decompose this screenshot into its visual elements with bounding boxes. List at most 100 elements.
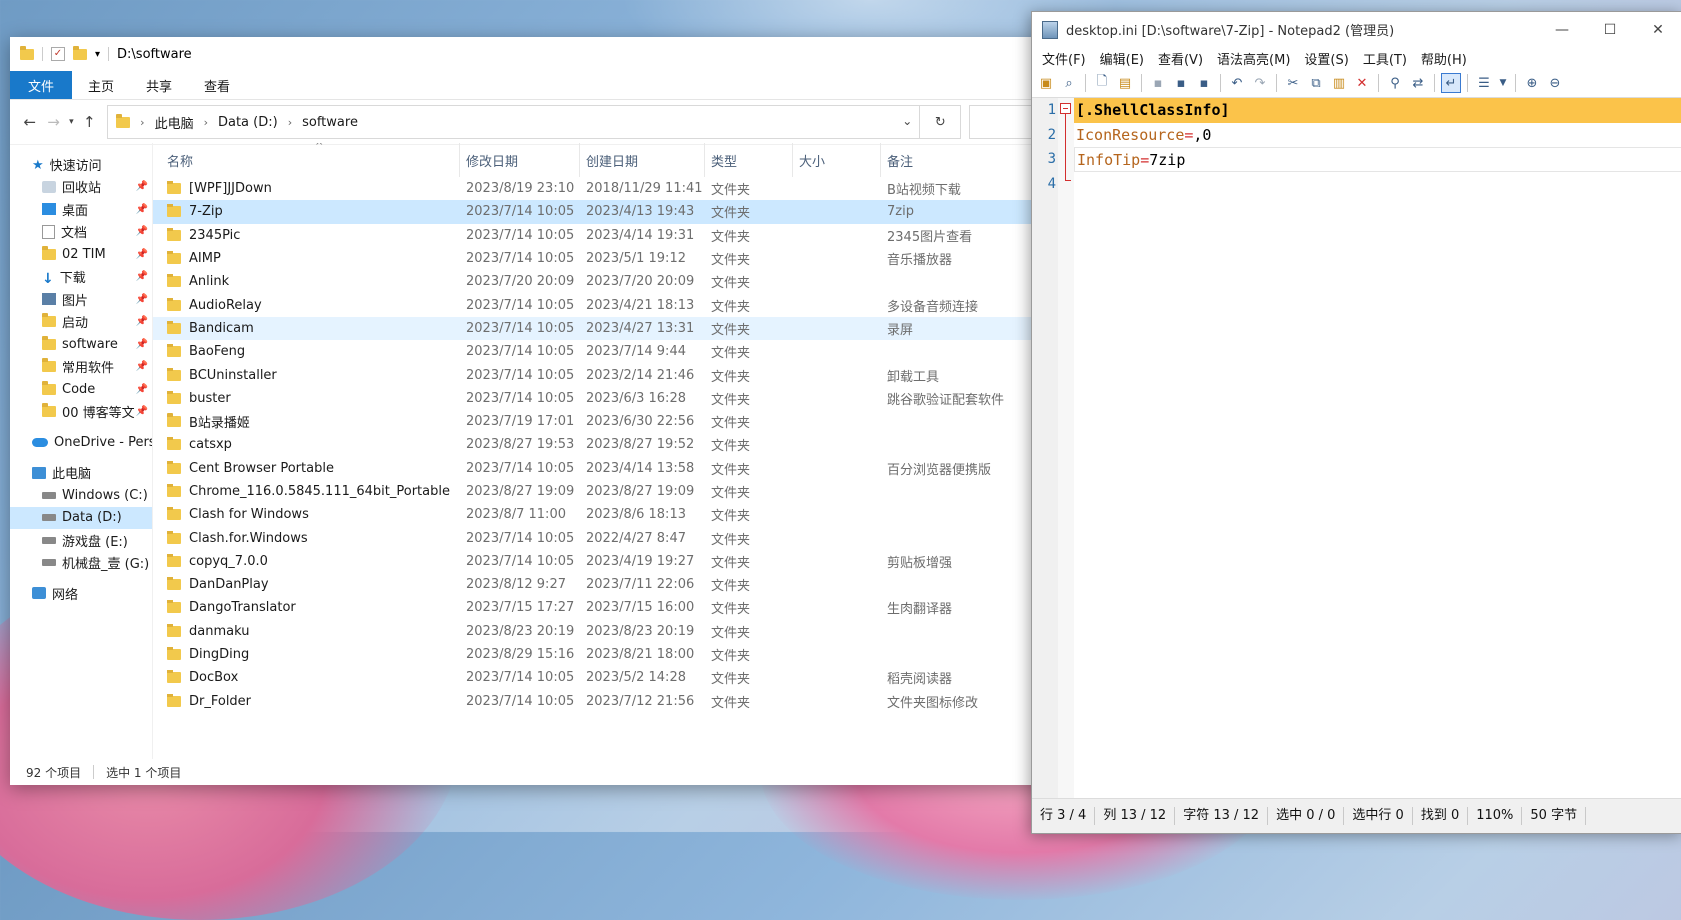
- customize-quick-access-icon[interactable]: ▾: [95, 49, 100, 60]
- tab-share[interactable]: 共享: [130, 71, 188, 99]
- undo-icon[interactable]: ↶: [1227, 73, 1247, 93]
- nav-common-software[interactable]: 常用软件 📌: [10, 356, 152, 379]
- table-row[interactable]: Dr_Folder 2023/7/14 10:05 2023/7/12 21:56 文…: [153, 690, 1110, 713]
- table-row[interactable]: Clash for Windows 2023/8/7 11:00 2023/8/6 …: [153, 503, 1110, 526]
- file-name-cell[interactable]: AIMP: [153, 251, 460, 266]
- menu-help[interactable]: 帮助(H): [1415, 49, 1473, 68]
- pin-icon[interactable]: 📌: [136, 181, 148, 192]
- close-icon[interactable]: ✕: [1634, 12, 1681, 47]
- zoom-in-icon[interactable]: ⊕: [1522, 73, 1542, 93]
- nav-drive-c[interactable]: Windows (C:): [10, 484, 152, 507]
- nav-drive-e[interactable]: 游戏盘 (E:): [10, 529, 152, 552]
- breadcrumb-separator-icon[interactable]: ›: [140, 116, 144, 129]
- address-history-chevron-icon[interactable]: ⌄: [902, 114, 912, 128]
- table-row[interactable]: Clash.for.Windows 2023/7/14 10:05 2022/4/2…: [153, 526, 1110, 549]
- file-name-cell[interactable]: buster: [153, 390, 460, 406]
- browse-folder-icon[interactable]: ▣: [1036, 73, 1056, 93]
- file-name-cell[interactable]: 2345Pic: [153, 227, 460, 243]
- table-row[interactable]: Cent Browser Portable 2023/7/14 10:05 2023…: [153, 457, 1110, 480]
- file-name-cell[interactable]: Clash.for.Windows: [153, 530, 460, 546]
- file-list[interactable]: ^ 名称 修改日期 创建日期 类型 大小 备注 [WPF]JJDown 2023/…: [153, 143, 1110, 759]
- save-as-icon[interactable]: ▪: [1171, 73, 1191, 93]
- file-name-cell[interactable]: 7-Zip: [153, 204, 460, 219]
- table-row[interactable]: Chrome_116.0.5845.111_64bit_Portable 2023…: [153, 480, 1110, 503]
- save-icon[interactable]: ▪: [1148, 73, 1168, 93]
- table-row[interactable]: danmaku 2023/8/23 20:19 2023/8/23 20:19 文件夹: [153, 620, 1110, 643]
- file-name-cell[interactable]: DanDanPlay: [153, 577, 460, 592]
- file-name-cell[interactable]: Dr_Folder: [153, 693, 460, 709]
- nav-network[interactable]: 网络: [10, 582, 152, 605]
- nav-code[interactable]: Code 📌: [10, 378, 152, 401]
- file-name-cell[interactable]: Anlink: [153, 274, 460, 289]
- text-editor[interactable]: 1 2 3 4 [.ShellClassInfo] IconResource=,…: [1032, 98, 1681, 799]
- tab-view[interactable]: 查看: [188, 71, 246, 99]
- file-name-cell[interactable]: danmaku: [153, 623, 460, 639]
- table-row[interactable]: DingDing 2023/8/29 15:16 2023/8/21 18:00 文件…: [153, 643, 1110, 666]
- nav-02-tim[interactable]: 02 TIM 📌: [10, 243, 152, 266]
- column-header-modified[interactable]: 修改日期: [460, 143, 580, 177]
- forward-arrow-icon[interactable]: →: [42, 113, 66, 131]
- column-header-size[interactable]: 大小: [793, 143, 881, 177]
- word-wrap-icon[interactable]: ↵: [1441, 73, 1461, 93]
- file-name-cell[interactable]: BaoFeng: [153, 344, 460, 359]
- nav-documents[interactable]: 文档 📌: [10, 221, 152, 244]
- file-name-cell[interactable]: Cent Browser Portable: [153, 460, 460, 476]
- column-header-note[interactable]: 备注: [881, 143, 1041, 177]
- find-icon[interactable]: ⚲: [1385, 73, 1405, 93]
- file-name-cell[interactable]: Chrome_116.0.5845.111_64bit_Portable: [153, 484, 460, 499]
- table-row[interactable]: Anlink 2023/7/20 20:09 2023/7/20 20:09 文件夹: [153, 270, 1110, 293]
- pin-icon[interactable]: 📌: [136, 384, 148, 395]
- address-bar[interactable]: › 此电脑 › Data (D:) › software ⌄ ↻: [107, 105, 962, 139]
- nav-onedrive[interactable]: OneDrive - Pers: [10, 431, 152, 454]
- open-file-icon[interactable]: ▤: [1115, 73, 1135, 93]
- fold-collapse-icon[interactable]: [1060, 103, 1071, 114]
- tab-home[interactable]: 主页: [72, 71, 130, 99]
- file-name-cell[interactable]: DingDing: [153, 647, 460, 662]
- pin-icon[interactable]: 📌: [136, 271, 148, 282]
- navigation-pane[interactable]: ★ 快速访问 回收站 📌 桌面 📌 文档 📌 02 TIM 📌 ↓ 下载 📌 图片 📌 启动 📌…: [10, 143, 153, 759]
- file-name-cell[interactable]: [WPF]JJDown: [153, 181, 460, 196]
- new-file-icon[interactable]: 🗋: [1092, 73, 1112, 93]
- pin-icon[interactable]: 📌: [136, 226, 148, 237]
- pin-icon[interactable]: 📌: [136, 294, 148, 305]
- file-name-cell[interactable]: BCUninstaller: [153, 367, 460, 383]
- file-name-cell[interactable]: B站录播姬: [153, 412, 460, 431]
- menu-edit[interactable]: 编辑(E): [1094, 49, 1150, 68]
- table-row[interactable]: [WPF]JJDown 2023/8/19 23:10 2018/11/29 11:…: [153, 177, 1110, 200]
- copy-icon[interactable]: ⧉: [1306, 73, 1326, 93]
- pin-icon[interactable]: 📌: [136, 316, 148, 327]
- column-header-type[interactable]: 类型: [705, 143, 793, 177]
- code-area[interactable]: [.ShellClassInfo] IconResource=,0 InfoTi…: [1074, 98, 1681, 799]
- nav-pictures[interactable]: 图片 📌: [10, 288, 152, 311]
- zoom-out-icon[interactable]: ⊖: [1545, 73, 1565, 93]
- nav-desktop[interactable]: 桌面 📌: [10, 198, 152, 221]
- minimize-icon[interactable]: —: [1538, 12, 1586, 47]
- pin-icon[interactable]: 📌: [136, 249, 148, 260]
- breadcrumb-separator-icon[interactable]: ›: [204, 116, 208, 129]
- cut-icon[interactable]: ✂: [1283, 73, 1303, 93]
- table-row[interactable]: DanDanPlay 2023/8/12 9:27 2023/7/11 22:06 文…: [153, 573, 1110, 596]
- table-row[interactable]: BCUninstaller 2023/7/14 10:05 2023/2/14 21…: [153, 363, 1110, 386]
- table-row[interactable]: B站录播姬 2023/7/19 17:01 2023/6/30 22:56 文件夹: [153, 410, 1110, 433]
- replace-icon[interactable]: ⇄: [1408, 73, 1428, 93]
- menu-syntax[interactable]: 语法高亮(M): [1211, 49, 1296, 68]
- paste-icon[interactable]: ▥: [1329, 73, 1349, 93]
- pin-icon[interactable]: 📌: [136, 406, 148, 417]
- table-row[interactable]: AudioRelay 2023/7/14 10:05 2023/4/21 18:13…: [153, 293, 1110, 316]
- nav-drive-g[interactable]: 机械盘_壹 (G:): [10, 552, 152, 575]
- menu-file[interactable]: 文件(F): [1036, 49, 1092, 68]
- menu-view[interactable]: 查看(V): [1152, 49, 1209, 68]
- table-row[interactable]: copyq_7.0.0 2023/7/14 10:05 2023/4/19 19:2…: [153, 550, 1110, 573]
- file-name-cell[interactable]: AudioRelay: [153, 297, 460, 313]
- pin-icon[interactable]: 📌: [136, 361, 148, 372]
- menu-tools[interactable]: 工具(T): [1357, 49, 1413, 68]
- nav-recycle-bin[interactable]: 回收站 📌: [10, 176, 152, 199]
- save-copy-icon[interactable]: ▪: [1194, 73, 1214, 93]
- nav-blog[interactable]: 00 博客等文 📌: [10, 401, 152, 424]
- breadcrumb-data-d[interactable]: Data (D:): [218, 115, 278, 130]
- find-file-icon[interactable]: ⌕: [1059, 73, 1079, 93]
- nav-software[interactable]: software 📌: [10, 333, 152, 356]
- table-row[interactable]: DocBox 2023/7/14 10:05 2023/5/2 14:28 文件夹 稻壳…: [153, 666, 1110, 689]
- file-name-cell[interactable]: DocBox: [153, 670, 460, 685]
- pin-icon[interactable]: 📌: [136, 339, 148, 350]
